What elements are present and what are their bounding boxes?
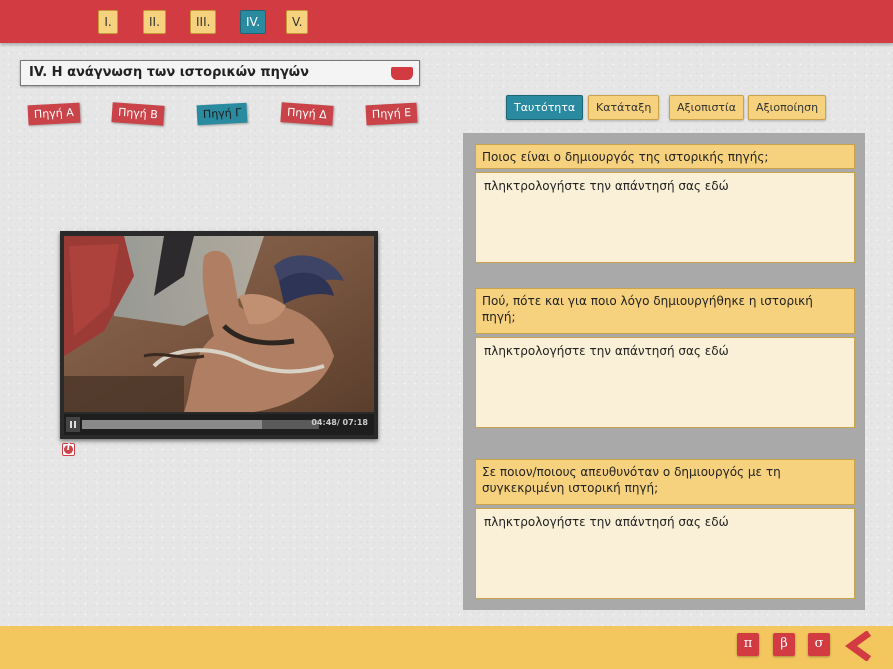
- video-time: 04:48/ 07:18: [311, 418, 368, 427]
- tab-reliability[interactable]: Αξιοπιστία: [669, 95, 745, 120]
- chapter-button-2[interactable]: II.: [143, 10, 166, 34]
- source-tab-e[interactable]: Πηγή Ε: [365, 102, 418, 126]
- sigma-button[interactable]: σ: [808, 633, 830, 656]
- seek-bar[interactable]: [82, 420, 262, 429]
- answer-field-3[interactable]: [475, 508, 855, 599]
- chapter-button-4[interactable]: IV.: [240, 10, 267, 34]
- video-still-image: [64, 236, 374, 412]
- top-navigation-bar: I. II. III. IV. V.: [0, 0, 893, 43]
- tab-identity[interactable]: Ταυτότητα: [506, 95, 584, 120]
- tab-utilization[interactable]: Αξιοποίηση: [748, 95, 827, 120]
- source-tab-a[interactable]: Πηγή Α: [27, 102, 81, 126]
- video-controls: 04:48/ 07:18: [64, 414, 374, 435]
- source-tab-b[interactable]: Πηγή Β: [111, 102, 165, 126]
- video-player[interactable]: 04:48/ 07:18: [60, 231, 378, 439]
- answer-field-1[interactable]: [475, 172, 855, 263]
- section-title: IV. Η ανάγνωση των ιστορικών πηγών: [29, 65, 309, 80]
- video-frame[interactable]: [64, 236, 374, 412]
- chapter-button-3[interactable]: III.: [190, 10, 217, 34]
- pause-icon[interactable]: [66, 417, 80, 432]
- back-arrow-icon[interactable]: [845, 631, 873, 661]
- chapter-button-1[interactable]: I.: [98, 10, 118, 34]
- answer-field-2[interactable]: [475, 337, 855, 428]
- beta-button[interactable]: β: [773, 633, 795, 656]
- section-title-box: IV. Η ανάγνωση των ιστορικών πηγών: [20, 60, 420, 86]
- source-tab-c[interactable]: Πηγή Γ: [196, 102, 248, 126]
- questions-panel: Ποιος είναι ο δημιουργός της ιστορικής π…: [463, 133, 865, 610]
- info-icon[interactable]: i: [62, 443, 75, 456]
- tab-classification[interactable]: Κατάταξη: [588, 95, 660, 120]
- bottom-bar: [0, 626, 893, 669]
- question-2: Πού, πότε και για ποιο λόγο δημιουργήθηκ…: [475, 288, 855, 334]
- menu-flag-icon[interactable]: [391, 67, 413, 80]
- source-tab-d[interactable]: Πηγή Δ: [280, 102, 334, 126]
- chapter-button-5[interactable]: V.: [286, 10, 309, 34]
- question-1: Ποιος είναι ο δημιουργός της ιστορικής π…: [475, 144, 855, 169]
- question-3: Σε ποιον/ποιους απευθυνόταν ο δημιουργός…: [475, 459, 855, 505]
- pi-button[interactable]: π: [737, 633, 759, 656]
